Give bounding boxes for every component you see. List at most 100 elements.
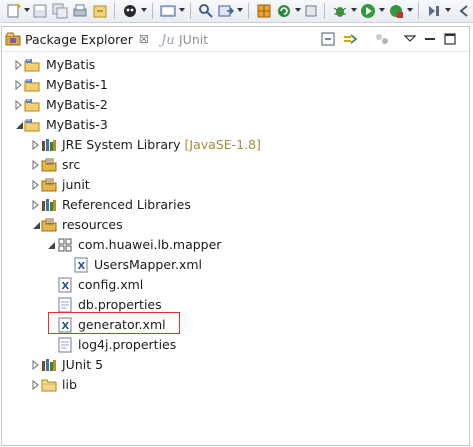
next-annotation-dropdown-arrow[interactable] (445, 8, 451, 12)
tree-item-label: log4j.properties (78, 337, 177, 352)
tree-item-decoration: [JavaSE-1.8] (184, 137, 261, 152)
source-folder-icon (41, 177, 57, 193)
debug-dropdown-arrow[interactable] (141, 8, 147, 12)
tree-item-label: com.huawei.lb.mapper (78, 237, 222, 252)
package-icon (57, 237, 73, 253)
search-icon[interactable] (198, 3, 214, 19)
tab-label: Package Explorer (25, 31, 133, 47)
collapsed-arrow-icon[interactable] (14, 60, 24, 70)
tree-item[interactable]: resources (2, 215, 469, 235)
maximize-icon[interactable] (442, 31, 458, 47)
minimize-icon[interactable] (422, 31, 438, 47)
back-icon[interactable] (455, 3, 471, 19)
package-explorer-view: Package Explorer ☒ Ju JUnit MyBatis MyBat (1, 26, 470, 446)
tree-item-label: JRE System Library (62, 137, 181, 152)
save-icon[interactable] (32, 3, 48, 19)
tree-item-label: junit (62, 177, 90, 192)
svg-text:X: X (62, 281, 70, 292)
debug-icon[interactable] (122, 3, 138, 19)
project-folder-icon (24, 117, 40, 133)
debug-bug-dropdown-arrow[interactable] (351, 8, 357, 12)
folder-icon (41, 377, 57, 393)
tree-item-label: MyBatis-2 (46, 97, 108, 112)
tree-item[interactable]: MyBatis-2 (2, 95, 469, 115)
library-icon (41, 357, 57, 373)
expanded-arrow-icon[interactable] (14, 120, 24, 130)
tree-item[interactable]: Xconfig.xml (2, 275, 469, 295)
debug-bug-icon[interactable] (332, 3, 348, 19)
highlight-box (48, 312, 180, 334)
collapsed-arrow-icon[interactable] (31, 160, 41, 170)
collapsed-arrow-icon[interactable] (31, 380, 41, 390)
project-folder-icon (24, 97, 40, 113)
tree-item-label: Referenced Libraries (62, 197, 191, 212)
new-dropdown-arrow[interactable] (24, 8, 30, 12)
tree-item[interactable]: MyBatis-3 (2, 115, 469, 135)
tree-item[interactable]: log4j.properties (2, 335, 469, 355)
run-icon[interactable] (360, 3, 376, 19)
source-folder-icon (41, 157, 57, 173)
collapsed-arrow-icon[interactable] (31, 140, 41, 150)
refresh-icon[interactable] (276, 3, 292, 19)
expanded-arrow-icon[interactable] (46, 240, 56, 250)
tree-item-label: db.properties (78, 297, 162, 312)
junit-icon: Ju (158, 31, 175, 48)
save-all-icon[interactable] (52, 3, 68, 19)
tree-item[interactable]: src (2, 155, 469, 175)
tree-item[interactable]: X UsersMapper.xml (2, 255, 469, 275)
tree-item-label: MyBatis-1 (46, 77, 108, 92)
tree-item[interactable]: JRE System Library [JavaSE-1.8] (2, 135, 469, 155)
link-with-editor-icon[interactable] (342, 31, 358, 47)
tab-package-explorer[interactable]: Package Explorer ☒ (5, 29, 149, 49)
tab-junit[interactable]: Ju JUnit (158, 29, 209, 49)
run-dropdown-arrow[interactable] (379, 8, 385, 12)
perspective-icon[interactable] (303, 3, 319, 19)
tree-item-label: config.xml (78, 277, 144, 292)
tree-item[interactable]: lib (2, 375, 469, 395)
open-type-dropdown-arrow[interactable] (237, 8, 243, 12)
project-folder-icon (24, 77, 40, 93)
collapse-all-icon[interactable] (320, 31, 336, 47)
collapsed-arrow-icon[interactable] (31, 360, 41, 370)
expanded-arrow-icon[interactable] (31, 220, 41, 230)
collapsed-arrow-icon[interactable] (14, 80, 24, 90)
tree-item[interactable]: junit (2, 175, 469, 195)
web-browser-icon[interactable] (256, 3, 272, 19)
library-icon (41, 137, 57, 153)
tree-item[interactable]: MyBatis (2, 55, 469, 75)
tree-item[interactable]: MyBatis-1 (2, 75, 469, 95)
tree-item-label: resources (62, 217, 123, 232)
collapsed-arrow-icon[interactable] (14, 100, 24, 110)
project-folder-icon (24, 57, 40, 73)
library-icon (41, 197, 57, 213)
collapsed-arrow-icon[interactable] (31, 180, 41, 190)
view-menu-icon[interactable] (402, 31, 418, 47)
refresh-dropdown-arrow[interactable] (295, 8, 301, 12)
external-tools-dropdown-arrow[interactable] (407, 8, 413, 12)
console-icon[interactable] (160, 3, 176, 19)
package-explorer-icon (5, 31, 21, 47)
collapsed-arrow-icon[interactable] (31, 200, 41, 210)
tree-item[interactable]: Referenced Libraries (2, 195, 469, 215)
open-task-icon[interactable] (92, 3, 108, 19)
tree-item-label: src (62, 157, 81, 172)
tree-item-label: lib (62, 377, 77, 392)
view-header: Package Explorer ☒ Ju JUnit (2, 27, 469, 51)
next-annotation-icon[interactable] (426, 3, 442, 19)
console-dropdown-arrow[interactable] (179, 8, 185, 12)
tree-item[interactable]: com.huawei.lb.mapper (2, 235, 469, 255)
focus-active-task-icon[interactable] (374, 31, 390, 47)
tree-item[interactable]: JUnit 5 (2, 355, 469, 375)
xml-file-icon: X (57, 277, 73, 293)
text-file-icon (57, 337, 73, 353)
tab-label: JUnit (179, 31, 209, 47)
open-type-icon[interactable] (218, 3, 234, 19)
external-tools-icon[interactable] (388, 3, 404, 19)
close-icon[interactable]: ☒ (139, 33, 149, 46)
source-folder-icon (41, 217, 57, 233)
tree-item-label: MyBatis-3 (46, 117, 108, 132)
print-icon[interactable] (72, 3, 88, 19)
tree-item-label: JUnit 5 (62, 357, 104, 372)
new-icon[interactable] (6, 3, 22, 19)
tree-item-label: UsersMapper.xml (94, 257, 203, 272)
